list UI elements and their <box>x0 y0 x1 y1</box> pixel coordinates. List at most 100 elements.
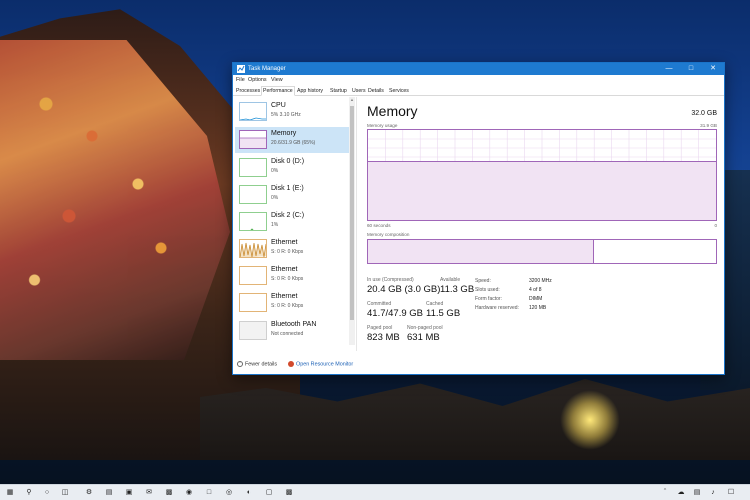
settings-icon[interactable]: ⚙ <box>84 488 94 498</box>
title-bar[interactable]: Task Manager — □ ✕ <box>233 63 724 75</box>
sidebar-item-value: 5% 3.10 GHz <box>271 112 301 118</box>
photos-icon[interactable]: ▩ <box>164 488 174 498</box>
sidebar-item-ethernet-3[interactable]: Ethernet S: 0 R: 0 Kbps <box>235 290 349 316</box>
ethernet-thumbnail-graph <box>239 266 267 285</box>
time-axis-end: 0 <box>714 223 717 228</box>
sidebar-item-ethernet-2[interactable]: Ethernet S: 0 R: 0 Kbps <box>235 263 349 289</box>
sidebar-item-value: S: 0 R: 0 Kbps <box>271 276 304 282</box>
resource-monitor-icon <box>288 361 294 367</box>
mail-icon[interactable]: ✉ <box>144 488 154 498</box>
stat-paged-pool: Paged pool 823 MB <box>367 325 400 343</box>
sidebar-item-label: Disk 2 (C:) <box>271 212 305 219</box>
close-button[interactable]: ✕ <box>702 63 724 75</box>
window-title: Task Manager <box>248 66 286 72</box>
menu-bar: File Options View <box>233 75 724 85</box>
resource-monitor-label: Open Resource Monitor <box>296 361 354 368</box>
task-manager-taskbar-icon[interactable]: ▩ <box>284 488 294 498</box>
store-icon[interactable]: ▣ <box>124 488 134 498</box>
sidebar-item-disk-2[interactable]: Disk 2 (C:) 1% <box>235 209 349 235</box>
stat-committed: Committed 41.7/47.9 GB <box>367 301 423 319</box>
sidebar-item-bluetooth-pan[interactable]: Bluetooth PAN Not connected <box>235 318 349 344</box>
menu-file[interactable]: File <box>236 77 245 83</box>
volume-icon[interactable]: ♪ <box>708 488 718 498</box>
action-center-icon[interactable]: ☐ <box>726 488 736 498</box>
disk-thumbnail-graph <box>239 185 267 204</box>
wallpaper-light <box>560 390 620 450</box>
cpu-thumbnail-graph <box>239 102 267 121</box>
sidebar-item-label: Disk 0 (D:) <box>271 158 305 165</box>
maximize-button[interactable]: □ <box>680 63 702 75</box>
tab-app-history[interactable]: App history <box>296 87 324 96</box>
sidebar-item-ethernet-1[interactable]: Ethernet S: 0 R: 0 Kbps <box>235 236 349 262</box>
tab-startup[interactable]: Startup <box>329 87 348 96</box>
sidebar-item-value: 1% <box>271 222 279 228</box>
task-manager-icon <box>237 65 245 73</box>
tab-processes[interactable]: Processes <box>235 87 261 96</box>
chevron-up-icon: ˆ <box>237 361 243 367</box>
memory-panel: Memory 32.0 GB Memory usage 31.9 GB 60 s… <box>367 101 717 351</box>
sidebar-item-value: S: 0 R: 0 Kbps <box>271 249 304 255</box>
sidebar-item-value: 0% <box>271 195 279 201</box>
sidebar-item-label: Disk 1 (E:) <box>271 185 304 192</box>
sidebar-item-value: S: 0 R: 0 Kbps <box>271 303 304 309</box>
sidebar-item-value: 20.6/31.9 GB (65%) <box>271 140 316 146</box>
memory-total: 32.0 GB <box>691 110 717 117</box>
tab-details[interactable]: Details <box>367 87 385 96</box>
word-icon[interactable]: □ <box>204 488 214 498</box>
detail-hardware-reserved: Hardware reserved: 120 MB <box>475 305 547 311</box>
tab-services[interactable]: Services <box>388 87 410 96</box>
network-icon[interactable]: ▤ <box>692 488 702 498</box>
memory-composition-in-use <box>368 240 595 263</box>
open-resource-monitor-link[interactable]: Open Resource Monitor <box>288 361 353 367</box>
footer: ˆ Fewer details Open Resource Monitor <box>233 356 724 374</box>
sidebar-item-label: Ethernet <box>271 293 298 300</box>
sidebar-item-label: CPU <box>271 102 286 109</box>
sidebar-item-label: Memory <box>271 130 297 137</box>
fewer-details-button[interactable]: ˆ Fewer details <box>237 361 277 367</box>
scrollbar-thumb[interactable] <box>350 106 354 320</box>
menu-options[interactable]: Options <box>248 77 267 83</box>
app-icon[interactable]: ▢ <box>264 488 274 498</box>
sidebar-item-value: Not connected <box>271 331 304 337</box>
stat-available: Available 11.3 GB <box>440 277 475 295</box>
onedrive-icon[interactable]: ☁ <box>676 488 686 498</box>
chrome-icon[interactable]: ◎ <box>224 488 234 498</box>
file-explorer-icon[interactable]: ▤ <box>104 488 114 498</box>
sidebar-item-disk-0[interactable]: Disk 0 (D:) 0% <box>235 155 349 181</box>
stat-cached: Cached 11.5 GB <box>426 301 461 319</box>
cortana-icon[interactable]: ○ <box>42 488 52 498</box>
memory-composition-bar <box>367 239 717 264</box>
sidebar-item-value: 0% <box>271 168 279 174</box>
menu-view[interactable]: View <box>271 77 283 83</box>
ethernet-thumbnail-graph <box>239 293 267 312</box>
notification-chevron-icon[interactable]: ˆ <box>660 488 670 498</box>
stat-non-paged-pool: Non-paged pool 631 MB <box>407 325 443 343</box>
time-axis-label: 60 seconds <box>367 223 391 228</box>
sidebar-item-disk-1[interactable]: Disk 1 (E:) 0% <box>235 182 349 208</box>
performance-sidebar: CPU 5% 3.10 GHz Memory 20.6/31.9 GB (65%… <box>233 97 357 351</box>
sidebar-item-cpu[interactable]: CPU 5% 3.10 GHz <box>235 99 349 125</box>
disk-thumbnail-graph <box>239 212 267 231</box>
browser-icon[interactable]: ◐ <box>244 488 254 498</box>
fewer-details-label: Fewer details <box>245 361 278 368</box>
ethernet-thumbnail-graph <box>239 239 267 258</box>
tab-performance[interactable]: Performance <box>261 86 295 96</box>
task-view-icon[interactable]: ◫ <box>60 488 70 498</box>
tab-users[interactable]: Users <box>351 87 367 96</box>
memory-usage-graph <box>367 129 717 221</box>
memory-thumbnail-graph <box>239 130 267 149</box>
memory-usage-label: Memory usage <box>367 123 398 128</box>
taskbar: ▦ ⚲ ○ ◫ ⚙ ▤ ▣ ✉ ▩ ◉ □ ◎ ◐ ▢ ▩ ˆ ☁ ▤ ♪ ☐ <box>0 484 750 500</box>
tab-bar: Processes Performance App history Startu… <box>233 85 724 96</box>
search-icon[interactable]: ⚲ <box>24 488 34 498</box>
edge-icon[interactable]: ◉ <box>184 488 194 498</box>
sidebar-scrollbar[interactable]: ▲ <box>349 97 355 345</box>
sidebar-item-label: Bluetooth PAN <box>271 321 317 328</box>
sidebar-item-memory[interactable]: Memory 20.6/31.9 GB (65%) <box>235 127 349 153</box>
memory-usage-svg <box>368 130 716 220</box>
minimize-button[interactable]: — <box>658 63 680 75</box>
sidebar-item-label: Ethernet <box>271 266 298 273</box>
memory-usage-max: 31.9 GB <box>700 123 717 128</box>
scroll-up-icon[interactable]: ▲ <box>349 97 355 103</box>
start-icon[interactable]: ▦ <box>5 488 15 498</box>
